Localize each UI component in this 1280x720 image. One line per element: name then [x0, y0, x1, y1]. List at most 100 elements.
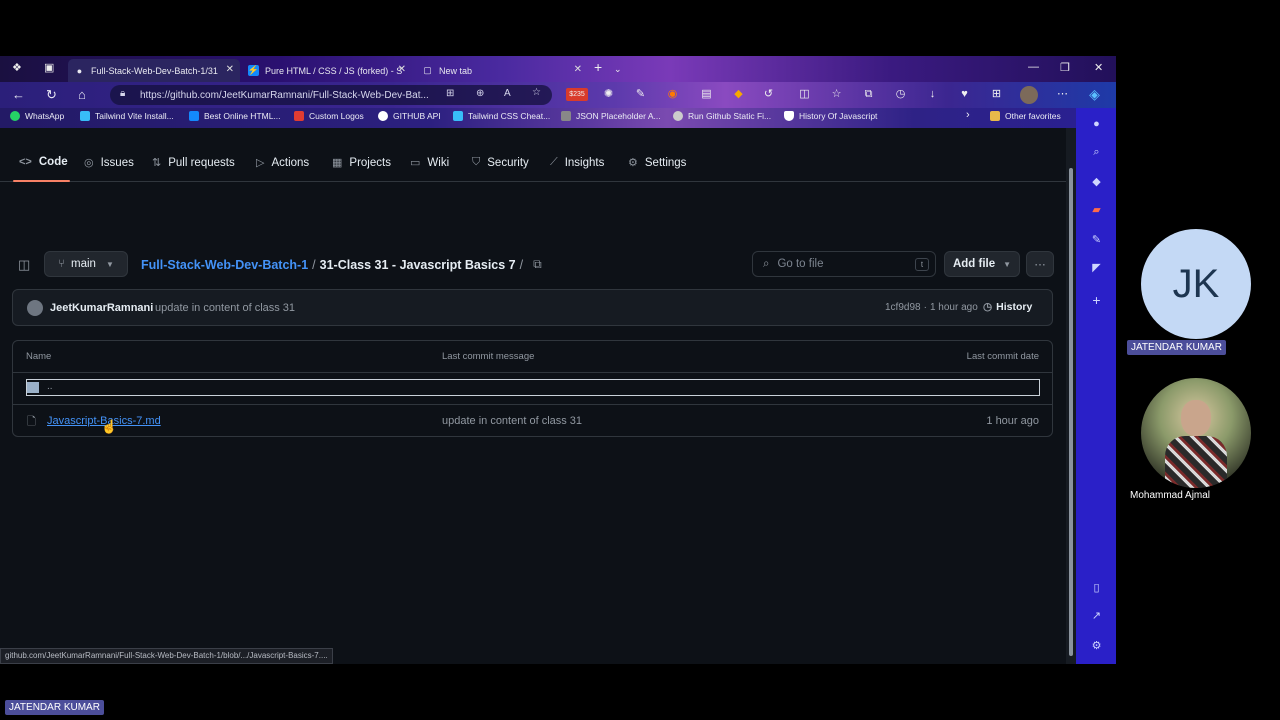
code-icon: <>	[19, 156, 32, 168]
more-options-button[interactable]: ⋯	[1026, 251, 1054, 277]
extensions-icon[interactable]: ⊞	[990, 88, 1003, 101]
participant-initials: JK	[1172, 261, 1220, 306]
pen-icon[interactable]: ✎	[634, 88, 647, 101]
commit-sha[interactable]: 1cf9d98	[885, 302, 921, 313]
page-scrollbar[interactable]	[1066, 128, 1076, 664]
breadcrumb: Full-Stack-Web-Dev-Batch-1 / 31-Class 31…	[141, 257, 542, 272]
zoom-icon[interactable]: ⊕	[476, 88, 484, 99]
grid-icon[interactable]: ⊞	[446, 88, 454, 99]
tab-wiki[interactable]: ▭ Wiki	[410, 156, 449, 170]
restore-icon[interactable]: ❐	[1060, 61, 1070, 74]
color-extension-icon[interactable]: ✺	[602, 88, 615, 101]
shopping-icon[interactable]: ◤	[1090, 262, 1103, 275]
copy-path-icon[interactable]: ⧉	[533, 257, 542, 272]
extension-icon[interactable]: ◆	[732, 88, 745, 101]
tab-actions-icon[interactable]: ▣	[44, 61, 54, 74]
bookmark-github-api[interactable]: GITHUB API	[378, 111, 441, 121]
folder-icon	[990, 111, 1000, 121]
search-icon[interactable]: ⌕	[1090, 146, 1103, 159]
new-tab-plus-icon[interactable]: +	[594, 59, 602, 75]
commit-author[interactable]: JeetKumarRamnani	[50, 302, 153, 314]
tab-issues[interactable]: ◎ Issues	[84, 156, 134, 170]
external-link-icon[interactable]: ↗	[1090, 610, 1103, 623]
url-field[interactable]: 🔒︎ https://github.com/JeetKumarRamnani/F…	[110, 85, 552, 105]
chevron-right-icon[interactable]: ›	[966, 109, 970, 121]
breadcrumb-separator: /	[519, 257, 524, 272]
refresh-icon[interactable]: ↻	[46, 87, 57, 103]
more-options-icon[interactable]: ⋯	[1056, 88, 1069, 101]
history-link[interactable]: ◷ History	[983, 301, 1032, 313]
sidebar-toggle-icon[interactable]: ▯	[1090, 582, 1103, 595]
close-icon[interactable]: ✕	[398, 64, 406, 75]
stackblitz-icon	[189, 111, 199, 121]
window-close-icon[interactable]: ✕	[1094, 61, 1103, 74]
search-icon: ⌕	[763, 257, 770, 270]
tab-github[interactable]: ● Full-Stack-Web-Dev-Batch-1/31 ✕	[68, 59, 240, 82]
participant-video[interactable]	[1141, 378, 1251, 488]
branch-selector[interactable]: ⑂ main ▼	[44, 251, 128, 277]
self-name-badge: JATENDAR KUMAR	[5, 700, 104, 715]
history-icon: ◷	[983, 301, 993, 313]
tab-security[interactable]: ⛉ Security	[472, 156, 529, 169]
tab-pull-requests[interactable]: ⇅ Pull requests	[152, 156, 235, 170]
tab-code[interactable]: <> Code	[19, 156, 68, 168]
favorites-icon[interactable]: ☆	[830, 88, 843, 101]
graph-icon: ⟋	[550, 156, 558, 168]
add-icon[interactable]: +	[1090, 293, 1103, 307]
bookmark-history-js[interactable]: History Of Javascript	[784, 111, 877, 121]
extension-badge[interactable]: $235	[566, 88, 588, 101]
tab-actions[interactable]: ▷ Actions	[256, 156, 309, 170]
bookmark-custom-logos[interactable]: Custom Logos	[294, 111, 364, 121]
sidebar-toggle-icon[interactable]: ◫	[18, 257, 30, 273]
column-header-date: Last commit date	[966, 351, 1039, 362]
collections-icon[interactable]: ⧉	[862, 88, 875, 101]
close-icon[interactable]: ✕	[226, 64, 234, 75]
tab-new[interactable]: ▢ New tab ✕	[416, 59, 588, 82]
history-icon[interactable]: ◷	[894, 88, 907, 101]
tab-settings[interactable]: ⚙ Settings	[628, 156, 686, 170]
minimize-icon[interactable]: —	[1028, 61, 1039, 73]
home-icon[interactable]: ⌂	[78, 87, 86, 102]
tab-insights[interactable]: ⟋ Insights	[550, 156, 604, 169]
scrollbar-thumb[interactable]	[1069, 168, 1073, 656]
breadcrumb-repo-link[interactable]: Full-Stack-Web-Dev-Batch-1	[141, 258, 308, 272]
close-icon[interactable]: ✕	[574, 64, 582, 75]
tag-icon[interactable]: ◆	[1090, 176, 1103, 189]
chevron-down-icon[interactable]: ⌄	[614, 64, 622, 75]
row-commit-message[interactable]: update in content of class 31	[442, 415, 582, 427]
extension-icon[interactable]: ▤	[700, 88, 713, 101]
add-file-button[interactable]: Add file ▼	[944, 251, 1020, 277]
copilot-icon[interactable]: ◈	[1088, 87, 1101, 101]
participant-avatar[interactable]: JK	[1141, 229, 1251, 339]
json-icon	[561, 111, 571, 121]
read-aloud-icon[interactable]: A	[504, 88, 511, 99]
go-to-file-input[interactable]: ⌕ Go to file t	[752, 251, 936, 277]
back-arrow-icon[interactable]: ←	[12, 87, 25, 102]
split-screen-icon[interactable]: ◫	[798, 88, 811, 101]
tab-projects[interactable]: ▦ Projects	[332, 156, 391, 170]
bookmark-tailwind-vite[interactable]: Tailwind Vite Install...	[80, 111, 174, 121]
bookmark-tailwind-cheat[interactable]: Tailwind CSS Cheat...	[453, 111, 550, 121]
favorite-star-icon[interactable]: ☆	[532, 87, 541, 98]
settings-gear-icon[interactable]: ⚙	[1090, 640, 1103, 653]
bookmark-run-github-static[interactable]: Run Github Static Fi...	[673, 111, 771, 121]
tab-stackblitz[interactable]: ⚡ Pure HTML / CSS / JS (forked) - S ✕	[242, 59, 412, 82]
download-icon[interactable]: ↓	[926, 88, 939, 101]
commit-message[interactable]: update in content of class 31	[155, 302, 295, 314]
go-to-file-placeholder: Go to file	[777, 258, 824, 270]
parent-directory-row[interactable]: ..	[26, 379, 1040, 396]
designer-icon[interactable]: ✎	[1090, 234, 1103, 247]
performance-icon[interactable]: ♥	[958, 88, 971, 101]
extension-icon[interactable]: ↺	[762, 88, 775, 101]
other-favorites[interactable]: Other favorites	[990, 111, 1061, 121]
workspaces-icon[interactable]: ❖	[12, 61, 22, 74]
bookmark-json-placeholder[interactable]: JSON Placeholder A...	[561, 111, 661, 121]
table-row[interactable]: 🗋︎ Javascript-Basics-7.md update in cont…	[13, 405, 1052, 436]
bookmark-best-online-html[interactable]: Best Online HTML...	[189, 111, 281, 121]
bookmark-whatsapp[interactable]: WhatsApp	[10, 111, 64, 121]
notification-bell-icon[interactable]: ●	[1090, 118, 1103, 131]
extension-icon[interactable]: ◉	[666, 88, 679, 101]
toolbox-icon[interactable]: ▰	[1090, 204, 1103, 217]
profile-avatar[interactable]	[1020, 86, 1038, 104]
shield-icon: ⛉	[472, 156, 481, 168]
